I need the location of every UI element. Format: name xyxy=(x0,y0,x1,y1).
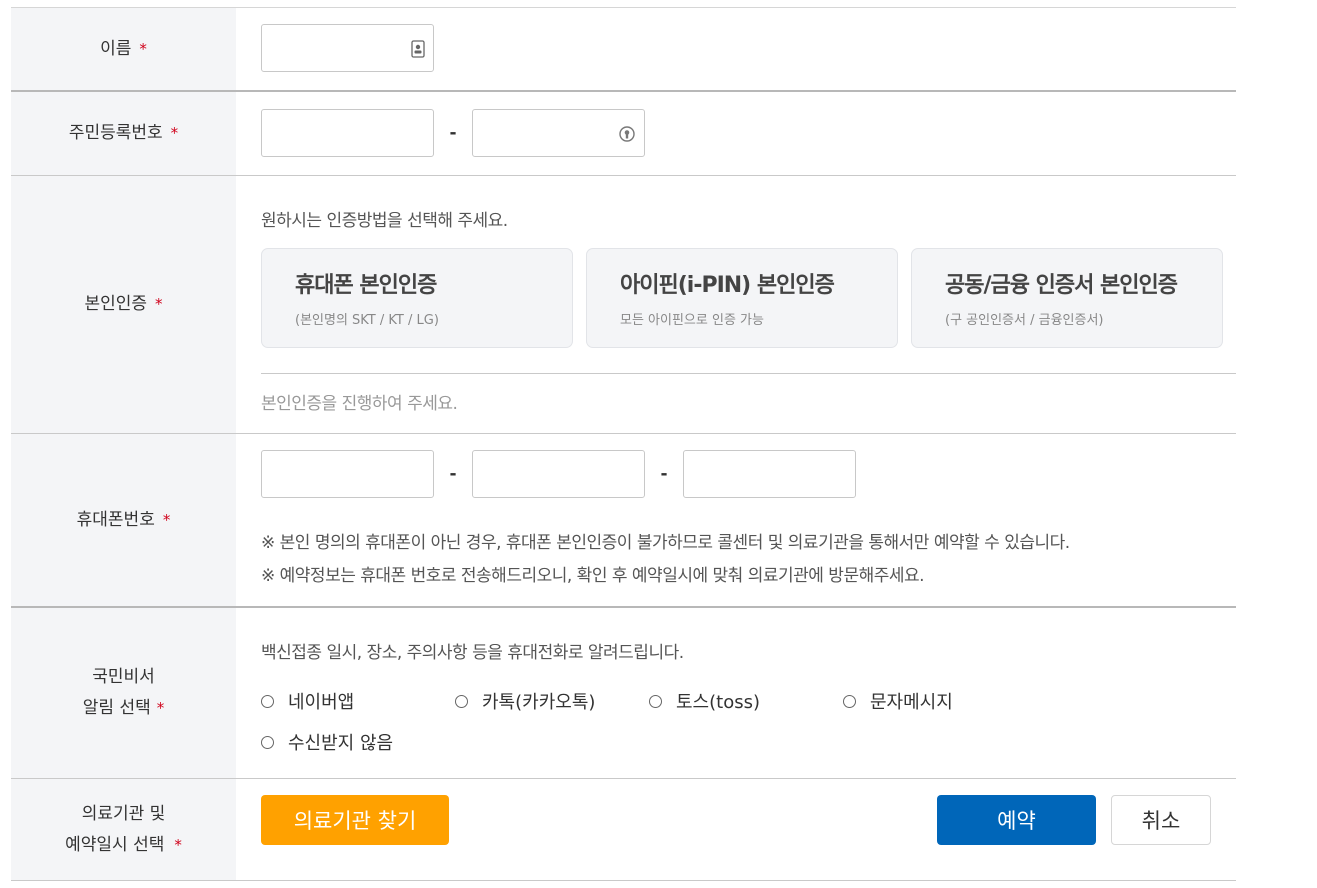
radio-kakaotalk[interactable]: 카톡(카카오톡) xyxy=(455,688,595,714)
phone-label-cell: 휴대폰번호 * xyxy=(11,434,236,606)
method-title: 아이핀(i-PIN) 본인인증 xyxy=(620,273,835,298)
identity-status: 본인인증을 진행하여 주세요. xyxy=(261,394,458,414)
radio-circle-icon[interactable] xyxy=(261,694,274,708)
phone-auth-button[interactable]: 휴대폰 본인인증 (본인명의 SKT / KT / LG) xyxy=(261,248,573,348)
required-mark: * xyxy=(162,510,171,529)
phone-note: ※ 본인 명의의 휴대폰이 아닌 경우, 휴대폰 본인인증이 불가하므로 콜센터… xyxy=(261,533,1070,553)
notify-guide: 백신접종 일시, 장소, 주의사항 등을 휴대전화로 알려드립니다. xyxy=(261,643,684,663)
radio-sms[interactable]: 문자메시지 xyxy=(843,688,953,714)
method-sub: (본인명의 SKT / KT / LG) xyxy=(295,313,439,328)
identity-content: 원하시는 인증방법을 선택해 주세요. 휴대폰 본인인증 (본인명의 SKT /… xyxy=(236,176,1236,433)
name-label: 이름 xyxy=(100,38,132,59)
method-sub: 모든 아이핀으로 인증 가능 xyxy=(620,313,764,328)
identity-methods: 휴대폰 본인인증 (본인명의 SKT / KT / LG) 아이핀(i-PIN)… xyxy=(261,248,1223,348)
phone-note: ※ 예약정보는 휴대폰 번호로 전송해드리오니, 확인 후 예약일시에 맞춰 의… xyxy=(261,566,925,586)
rrn-dash: - xyxy=(449,123,457,143)
radio-label: 토스(toss) xyxy=(676,692,760,713)
notify-row: 국민비서 알림 선택 * 백신접종 일시, 장소, 주의사항 등을 휴대전화로 알… xyxy=(11,608,1236,779)
name-input[interactable] xyxy=(261,24,434,72)
radio-circle-icon[interactable] xyxy=(649,694,662,708)
required-mark: * xyxy=(139,39,147,58)
required-mark: * xyxy=(155,295,163,313)
phone-inputs: -- xyxy=(261,450,856,498)
phone-dash: - xyxy=(449,464,457,484)
method-title: 공동/금융 인증서 본인인증 xyxy=(945,273,1178,298)
required-mark: * xyxy=(156,699,165,717)
find-hospital-button[interactable]: 의료기관 찾기 xyxy=(261,795,449,845)
hospital-label-cell: 의료기관 및 예약일시 선택 * xyxy=(11,779,236,880)
cancel-button[interactable]: 취소 xyxy=(1111,795,1211,845)
phone-part1-input[interactable] xyxy=(261,450,434,498)
radio-toss[interactable]: 토스(toss) xyxy=(649,688,760,714)
identity-row: 본인인증 * 원하시는 인증방법을 선택해 주세요. 휴대폰 본인인증 (본인명의… xyxy=(11,176,1236,434)
method-title: 휴대폰 본인인증 xyxy=(295,273,437,298)
notify-label-cell: 국민비서 알림 선택 * xyxy=(11,608,236,778)
name-row: 이름 * xyxy=(11,8,1236,92)
rrn-label-cell: 주민등록번호 * xyxy=(11,92,236,175)
radio-circle-icon[interactable] xyxy=(261,735,274,749)
certificate-auth-button[interactable]: 공동/금융 인증서 본인인증 (구 공인인증서 / 금융인증서) xyxy=(911,248,1223,348)
rrn-label: 주민등록번호 xyxy=(68,123,163,143)
name-label-cell: 이름 * xyxy=(11,8,236,90)
rrn-front-input[interactable] xyxy=(261,109,434,157)
name-content xyxy=(236,8,1236,90)
id-card-icon xyxy=(411,40,425,58)
reserve-button[interactable]: 예약 xyxy=(937,795,1096,845)
rrn-back-input[interactable] xyxy=(472,109,645,157)
notify-label-line2: 알림 선택 xyxy=(82,698,151,718)
phone-part2-input[interactable] xyxy=(472,450,645,498)
hospital-label-line2: 예약일시 선택 xyxy=(65,834,165,855)
radio-label: 문자메시지 xyxy=(870,692,953,713)
keypad-icon[interactable] xyxy=(618,124,636,144)
phone-notes: ※ 본인 명의의 휴대폰이 아닌 경우, 휴대폰 본인인증이 불가하므로 콜센터… xyxy=(261,527,1070,593)
ipin-auth-button[interactable]: 아이핀(i-PIN) 본인인증 모든 아이핀으로 인증 가능 xyxy=(586,248,898,348)
divider xyxy=(261,373,1236,374)
rrn-content: - xyxy=(236,92,1236,175)
notify-content: 백신접종 일시, 장소, 주의사항 등을 휴대전화로 알려드립니다. 네이버앱 … xyxy=(236,608,1236,778)
radio-naver-app[interactable]: 네이버앱 xyxy=(261,688,354,714)
radio-circle-icon[interactable] xyxy=(455,694,468,708)
phone-part3-input[interactable] xyxy=(683,450,856,498)
hospital-row: 의료기관 및 예약일시 선택 * 의료기관 찾기 예약 취소 xyxy=(11,779,1236,881)
required-mark: * xyxy=(174,835,182,854)
radio-label: 카톡(카카오톡) xyxy=(482,692,596,713)
phone-dash: - xyxy=(660,464,668,484)
method-sub: (구 공인인증서 / 금융인증서) xyxy=(945,313,1104,328)
rrn-row: 주민등록번호 * - xyxy=(11,92,1236,176)
radio-circle-icon[interactable] xyxy=(843,694,856,708)
notify-label-line1: 국민비서 xyxy=(92,667,155,687)
hospital-label-line1: 의료기관 및 xyxy=(81,803,166,824)
phone-row: 휴대폰번호 * -- ※ 본인 명의의 휴대폰이 아닌 경우, 휴대폰 본인인증이… xyxy=(11,434,1236,608)
hospital-content: 의료기관 찾기 예약 취소 xyxy=(236,779,1236,880)
required-mark: * xyxy=(170,124,179,142)
radio-label: 네이버앱 xyxy=(288,692,355,713)
radio-no-receive[interactable]: 수신받지 않음 xyxy=(261,729,393,755)
phone-label: 휴대폰번호 xyxy=(76,509,155,530)
identity-guide: 원하시는 인증방법을 선택해 주세요. xyxy=(261,211,508,231)
reservation-form: 이름 * 주민등록번호 * - 본인인증 * 원하시는 인증방법을 선택해 주세… xyxy=(11,7,1236,881)
identity-label: 본인인증 xyxy=(84,294,148,314)
phone-content: -- ※ 본인 명의의 휴대폰이 아닌 경우, 휴대폰 본인인증이 불가하므로 … xyxy=(236,434,1236,606)
identity-label-cell: 본인인증 * xyxy=(11,176,236,433)
radio-label: 수신받지 않음 xyxy=(288,733,394,754)
